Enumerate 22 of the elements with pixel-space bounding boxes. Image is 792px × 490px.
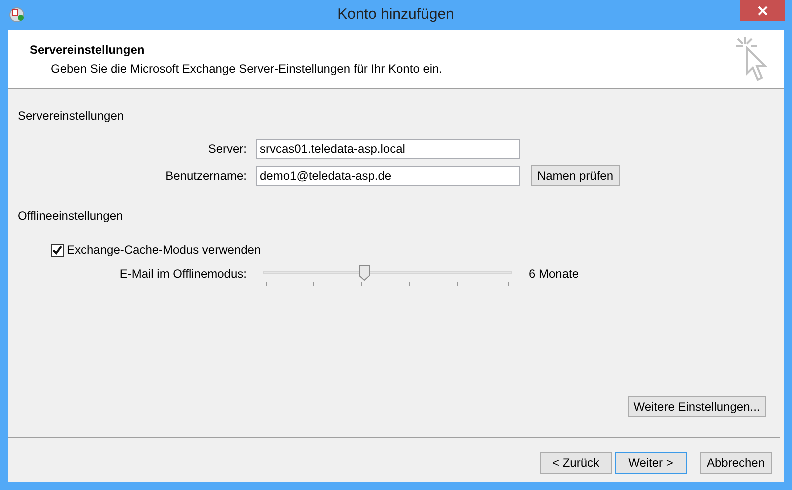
page-title: Servereinstellungen: [30, 42, 146, 59]
window-title: Konto hinzufügen: [338, 4, 454, 25]
field-label: Server:: [207, 141, 247, 158]
field-label: Benutzername:: [164, 168, 247, 184]
username-field[interactable]: demo1@teledata-asp.de: [256, 166, 520, 186]
server-field[interactable]: srvcas01.teledata-asp.local: [256, 139, 520, 159]
section-heading: Offlineeinstellungen: [18, 208, 124, 225]
dialog-button[interactable]: Abbrechen: [700, 452, 772, 474]
dialog-button[interactable]: < Zurück: [540, 452, 612, 474]
close-icon: [758, 6, 768, 16]
dialog-button[interactable]: Weiter >: [615, 452, 687, 474]
checkbox[interactable]: [51, 244, 64, 256]
more-settings-button[interactable]: Weitere Einstellungen...: [628, 396, 766, 417]
slider-thumb[interactable]: [359, 265, 370, 281]
checkbox-label: Exchange-Cache-Modus verwenden: [67, 242, 262, 259]
page-description: Geben Sie die Microsoft Exchange Server-Einstellungen für Ihr Konto ein.: [50, 61, 443, 78]
slider-label: E-Mail im Offlinemodus:: [118, 266, 247, 283]
section-heading: Servereinstellungen: [18, 108, 126, 125]
app-icon[interactable]: [8, 6, 26, 24]
close-button[interactable]: [740, 0, 785, 21]
slider-value: 6 Monate: [529, 266, 580, 283]
check-names-button[interactable]: Namen prüfen: [531, 165, 620, 186]
